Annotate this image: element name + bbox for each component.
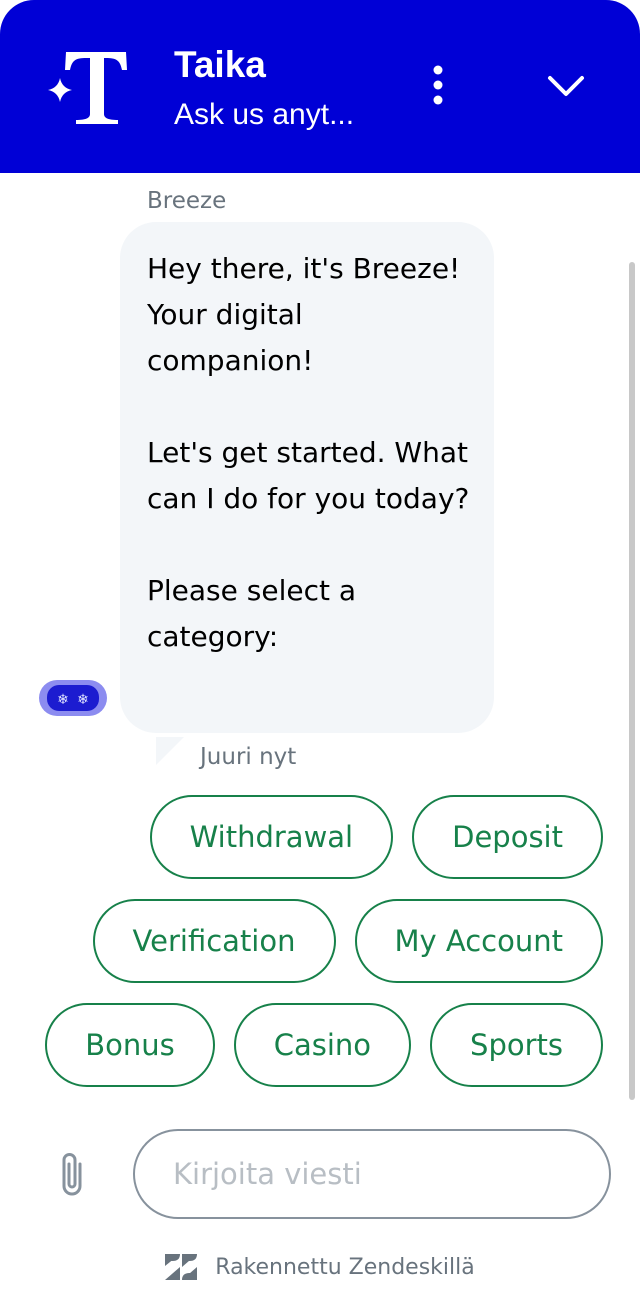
quick-replies: Withdrawal Deposit Verification My Accou…: [40, 795, 603, 1087]
chat-header: Taika Ask us anyt...: [0, 0, 640, 173]
footer: Rakennettu Zendeskillä: [0, 1254, 640, 1280]
footer-text[interactable]: Rakennettu Zendeskillä: [215, 1255, 474, 1280]
header-subtitle: Ask us anyt...: [174, 98, 355, 131]
paperclip-icon[interactable]: [54, 1150, 90, 1200]
sender-name: Breeze: [147, 188, 227, 214]
quick-reply-withdrawal[interactable]: Withdrawal: [149, 795, 394, 879]
more-options-icon[interactable]: [420, 64, 456, 108]
quick-reply-verification[interactable]: Verification: [92, 899, 336, 983]
svg-text:❄: ❄: [77, 692, 89, 708]
message-bubble: Hey there, it's Breeze! Your digital com…: [120, 222, 494, 733]
quick-reply-sports[interactable]: Sports: [430, 1003, 603, 1087]
header-title: Taika: [174, 44, 266, 85]
bubble-tail: [156, 737, 184, 765]
quick-reply-my-account[interactable]: My Account: [354, 899, 603, 983]
scrollbar[interactable]: [629, 262, 635, 1100]
quick-reply-deposit[interactable]: Deposit: [412, 795, 603, 879]
message-timestamp: Juuri nyt: [200, 744, 297, 770]
chevron-down-icon[interactable]: [544, 66, 588, 106]
message-input[interactable]: [133, 1129, 611, 1219]
zendesk-logo-icon[interactable]: [165, 1254, 198, 1280]
svg-text:❄: ❄: [57, 692, 69, 708]
brand-logo-icon: [48, 52, 127, 124]
bot-avatar-icon: ❄ ❄: [39, 680, 107, 716]
quick-reply-casino[interactable]: Casino: [233, 1003, 412, 1087]
quick-reply-bonus[interactable]: Bonus: [45, 1003, 215, 1087]
